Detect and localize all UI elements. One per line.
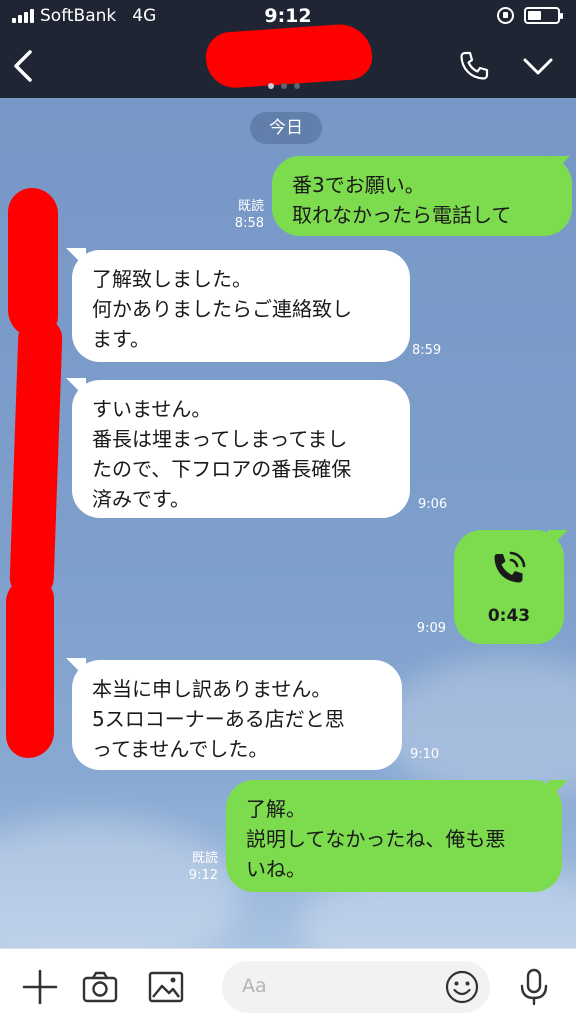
- redacted-avatar: [8, 188, 58, 338]
- call-duration: 0:43: [487, 606, 531, 626]
- message-time: 9:10: [410, 747, 440, 762]
- message-time: 9:09: [416, 621, 446, 636]
- phone-icon[interactable]: [456, 48, 492, 84]
- message-bubble-out[interactable]: 番3でお願い。 取れなかったら電話して: [272, 156, 572, 236]
- message-time: 9:06: [418, 497, 448, 512]
- message-composer: Aa: [0, 948, 576, 1024]
- camera-icon[interactable]: [80, 967, 120, 1007]
- chat-area[interactable]: 今日 既読 8:58 番3でお願い。 取れなかったら電話して 了解致しました。 …: [0, 98, 576, 948]
- message-bubble-in[interactable]: すいません。 番長は埋まってしまってまし たので、下フロアの番長確保 済みです。: [72, 380, 410, 518]
- chat-header: [0, 22, 576, 98]
- message-bubble-out[interactable]: 了解。 説明してなかったね、俺も悪 いね。: [226, 780, 562, 892]
- redacted-avatar: [9, 317, 63, 599]
- phone-call-icon: [494, 551, 526, 583]
- emoji-icon[interactable]: [444, 969, 480, 1005]
- message-meta: 既読 8:58: [222, 198, 264, 232]
- plus-icon[interactable]: [20, 967, 60, 1007]
- redacted-contact-name: [204, 22, 374, 90]
- read-receipt: 既読: [237, 199, 264, 214]
- message-bubble-in[interactable]: 了解致しました。 何かありましたらご連絡致し ます。: [72, 250, 410, 362]
- battery-icon: [524, 7, 563, 24]
- call-bubble[interactable]: 0:43: [454, 530, 564, 644]
- message-time: 8:59: [412, 343, 442, 358]
- page-indicator: [268, 83, 300, 89]
- chevron-left-icon[interactable]: [10, 46, 40, 86]
- message-meta: 既読 9:12: [176, 850, 218, 884]
- redacted-avatar: [6, 578, 54, 758]
- input-placeholder: Aa: [242, 975, 267, 997]
- rotation-lock-icon: [497, 7, 514, 24]
- message-input[interactable]: Aa: [222, 961, 490, 1013]
- chevron-down-icon[interactable]: [520, 48, 556, 84]
- message-time: 8:58: [234, 216, 264, 231]
- image-icon[interactable]: [146, 967, 186, 1007]
- read-receipt: 既読: [191, 851, 218, 866]
- date-divider: 今日: [250, 112, 322, 144]
- message-bubble-in[interactable]: 本当に申し訳ありません。 5スロコーナーある店だと思 ってませんでした。: [72, 660, 402, 770]
- clock: 9:12: [264, 5, 312, 27]
- message-time: 9:12: [188, 868, 218, 883]
- microphone-icon[interactable]: [514, 967, 554, 1007]
